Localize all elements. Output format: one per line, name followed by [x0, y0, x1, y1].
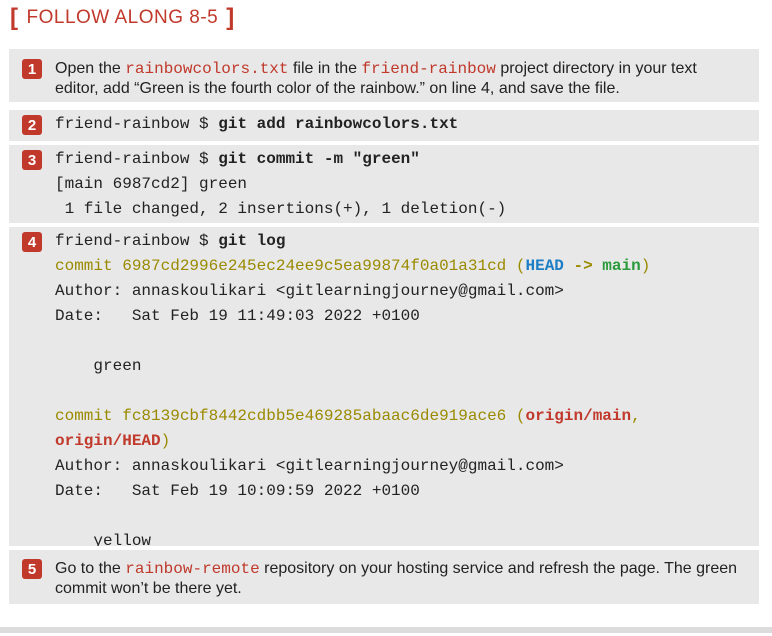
text-fragment: Go to the: [55, 560, 126, 577]
git-command: git log: [218, 232, 286, 250]
commit-author: Author: annaskoulikari <gitlearningjourn…: [55, 457, 564, 475]
commit-date: Date: Sat Feb 19 10:09:59 2022 +0100: [55, 482, 420, 500]
paren: ): [160, 432, 171, 450]
step-5-instructions: Go to the rainbow-remote repository on y…: [55, 559, 741, 598]
ref-separator: ,: [631, 407, 641, 425]
commit-date: Date: Sat Feb 19 11:49:03 2022 +0100: [55, 307, 420, 325]
section-label: FOLLOW ALONG 8-5: [26, 7, 219, 28]
step-5: 5 Go to the rainbow-remote repository on…: [9, 546, 759, 604]
text-fragment: file in the: [288, 60, 362, 77]
git-log-output: friend-rainbow $ git log commit 6987cd29…: [55, 229, 650, 554]
terminal-session: friend-rainbow $ git commit -m "green" […: [55, 147, 506, 222]
git-command: git add rainbowcolors.txt: [218, 115, 459, 133]
shell-prompt: friend-rainbow $: [55, 115, 219, 133]
open-bracket: [: [10, 4, 19, 31]
step-number-badge: 1: [22, 59, 42, 79]
step-1: 1 Open the rainbowcolors.txt file in the…: [9, 49, 759, 102]
text-fragment: Open the: [55, 60, 126, 77]
commit-author: Author: annaskoulikari <gitlearningjourn…: [55, 282, 564, 300]
section-title: [ FOLLOW ALONG 8-5 ]: [10, 6, 235, 30]
commit-hash: commit 6987cd2996e245ec24ee9c5ea99874f0a…: [55, 257, 516, 275]
paren: ): [640, 257, 651, 275]
step-2: 2 friend-rainbow $ git add rainbowcolors…: [9, 106, 759, 141]
git-command: git commit -m "green": [218, 150, 420, 168]
step-number-badge: 2: [22, 115, 42, 135]
head-ref: HEAD: [525, 257, 564, 275]
bottom-divider: [0, 627, 772, 633]
step-number-badge: 4: [22, 232, 42, 252]
commit-message: green: [55, 357, 142, 375]
step-1-instructions: Open the rainbowcolors.txt file in the f…: [55, 59, 741, 98]
commit-hash: commit fc8139cbf8442cdbb5e469285abaac6de…: [55, 407, 516, 425]
repository-name: rainbow-remote: [125, 560, 260, 578]
remote-head-ref: origin/HEAD: [55, 432, 161, 450]
remote-ref: origin/main: [525, 407, 632, 425]
command-output-line: 1 file changed, 2 insertions(+), 1 delet…: [55, 200, 507, 218]
step-3: 3 friend-rainbow $ git commit -m "green"…: [9, 141, 759, 223]
step-4: 4 friend-rainbow $ git log commit 6987cd…: [9, 223, 759, 550]
command-output-line: [main 6987cd2] green: [55, 175, 248, 193]
filename: rainbowcolors.txt: [125, 60, 289, 78]
shell-prompt: friend-rainbow $: [55, 232, 219, 250]
shell-prompt: friend-rainbow $: [55, 150, 219, 168]
step-number-badge: 3: [22, 150, 42, 170]
close-bracket: ]: [226, 4, 235, 31]
branch-ref: main: [602, 257, 641, 275]
terminal-command: friend-rainbow $ git add rainbowcolors.t…: [55, 112, 458, 137]
step-number-badge: 5: [22, 559, 42, 579]
directory-name: friend-rainbow: [361, 60, 496, 78]
ref-arrow: ->: [563, 257, 603, 275]
